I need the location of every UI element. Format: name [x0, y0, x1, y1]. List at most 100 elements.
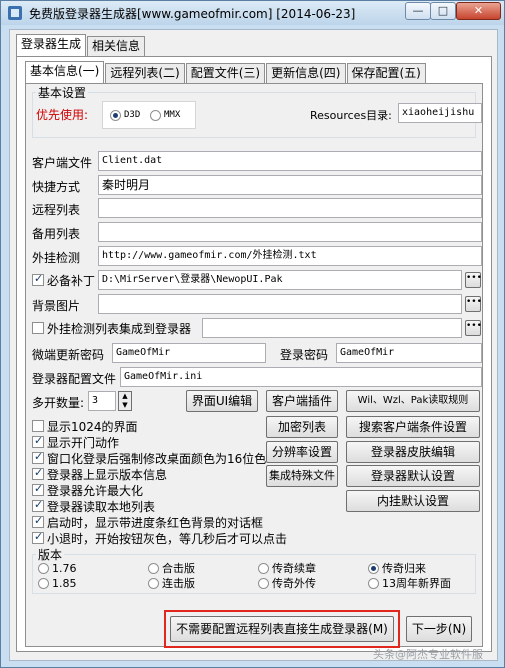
radio-mmx-label: MMX — [164, 110, 181, 120]
tab-generator[interactable]: 登录器生成 — [16, 34, 87, 56]
tab-related-info[interactable]: 相关信息 — [87, 36, 146, 56]
micro-pw-input[interactable]: GameOfMir — [112, 343, 266, 363]
option-door-label: 显示开门动作 — [47, 435, 120, 450]
radio-d3d[interactable]: D3D — [110, 108, 140, 122]
tab-remote-list[interactable]: 远程列表(二) — [105, 63, 185, 83]
radio-185-label: 1.85 — [52, 576, 77, 590]
maximize-button[interactable]: □ — [430, 2, 456, 20]
radio-guilai[interactable]: 传奇归来 — [368, 561, 426, 575]
client-plugin-button[interactable]: 客户端插件 — [266, 390, 338, 412]
title-bar[interactable]: 免费版登录器生成器[www.gameofmir.com] [2014-06-23… — [1, 1, 504, 25]
patch-checkbox[interactable]: 必备补丁 — [32, 272, 95, 288]
bg-browse-button[interactable]: ••• — [465, 296, 482, 312]
remote-list-label: 远程列表 — [32, 203, 81, 217]
radio-13th[interactable]: 13周年新界面 — [368, 576, 451, 590]
radio-13th-dot — [368, 577, 379, 589]
resources-label: Resources目录: — [310, 109, 392, 122]
ui-edit-button[interactable]: 界面UI编辑 — [186, 390, 258, 412]
radio-heji[interactable]: 合击版 — [148, 561, 195, 575]
bg-label: 背景图片 — [32, 299, 81, 313]
login-default-button[interactable]: 登录器默认设置 — [346, 465, 480, 487]
option-progress-dialog-box — [32, 514, 44, 528]
tab-update-info[interactable]: 更新信息(四) — [266, 63, 346, 83]
plugin-check-label: 外挂检测 — [32, 251, 81, 265]
integrate-special-button[interactable]: 集成特殊文件 — [266, 465, 338, 487]
option-maximize[interactable]: 登录器允许最大化 — [32, 482, 143, 498]
inner-tab-bar: 基本信息(一) 远程列表(二) 配置文件(三) 更新信息(四) 保存配置(五) — [25, 61, 427, 83]
multi-open-label: 多开数量: — [32, 396, 85, 410]
skin-edit-button[interactable]: 登录器皮肤编辑 — [346, 441, 480, 463]
backup-list-label: 备用列表 — [32, 227, 81, 241]
radio-heji-dot — [148, 562, 159, 574]
multi-open-spinner[interactable]: ▲ ▼ — [118, 391, 132, 411]
main-window: 免费版登录器生成器[www.gameofmir.com] [2014-06-23… — [0, 0, 505, 668]
tab-save-config[interactable]: 保存配置(五) — [346, 63, 426, 83]
option-16bit[interactable]: 窗口化登录后强制修改桌面颜色为16位色 — [32, 450, 266, 466]
search-client-button[interactable]: 搜索客户端条件设置 — [346, 416, 480, 438]
client-file-label: 客户端文件 — [32, 156, 93, 170]
tab-basic-info[interactable]: 基本信息(一) — [25, 61, 105, 83]
option-door[interactable]: 显示开门动作 — [32, 434, 119, 450]
client-file-input[interactable]: Client.dat — [98, 151, 482, 171]
shortcut-input[interactable]: 秦时明月 — [98, 175, 482, 195]
option-maximize-label: 登录器允许最大化 — [47, 483, 144, 498]
option-1024[interactable]: 显示1024的界面 — [32, 418, 138, 434]
minimize-button[interactable]: — — [405, 2, 431, 20]
integrate-checkbox[interactable]: 外挂检测列表集成到登录器 — [32, 320, 191, 336]
integrate-input[interactable] — [202, 318, 462, 338]
generate-direct-button[interactable]: 不需要配置远程列表直接生成登录器(M) — [170, 616, 394, 642]
plugin-check-input[interactable]: http://www.gameofmir.com/外挂检测.txt — [98, 246, 482, 266]
option-local-list[interactable]: 登录器读取本地列表 — [32, 498, 155, 514]
option-version-info[interactable]: 登录器上显示版本信息 — [32, 466, 167, 482]
inner-default-button[interactable]: 内挂默认设置 — [346, 490, 480, 512]
outer-tab-panel: 基本信息(一) 远程列表(二) 配置文件(三) 更新信息(四) 保存配置(五) … — [16, 56, 492, 652]
radio-xuzhang[interactable]: 传奇续章 — [258, 561, 316, 575]
radio-185[interactable]: 1.85 — [38, 576, 77, 590]
bg-input[interactable] — [98, 294, 462, 314]
client-area: 登录器生成 相关信息 基本信息(一) 远程列表(二) 配置文件(三) 更新信息(… — [9, 29, 498, 661]
option-16bit-box — [32, 450, 44, 464]
option-local-list-box — [32, 498, 44, 512]
basic-info-panel: 基本设置 优先使用: D3D MMX Resources目录: xiaoheij… — [25, 83, 483, 648]
encrypt-list-button[interactable]: 加密列表 — [266, 416, 338, 438]
basic-settings-title: 基本设置 — [36, 84, 89, 101]
radio-guilai-dot — [368, 562, 379, 574]
radio-heji-label: 合击版 — [162, 562, 195, 575]
app-icon — [8, 6, 22, 20]
multi-open-input[interactable]: 3 — [88, 391, 116, 411]
radio-mmx-dot — [150, 109, 161, 121]
priority-label: 优先使用: — [36, 108, 89, 122]
integrate-check-box — [32, 322, 44, 334]
option-maximize-box — [32, 482, 44, 496]
radio-lianji-label: 连击版 — [162, 577, 195, 590]
patch-input[interactable]: D:\MirServer\登录器\NewopUI.Pak — [98, 270, 462, 290]
radio-176-dot — [38, 562, 49, 574]
remote-list-input[interactable] — [98, 198, 482, 218]
login-pw-label: 登录密码 — [280, 348, 329, 362]
wil-rule-button[interactable]: Wil、Wzl、Pak读取规则 — [346, 390, 480, 412]
option-progress-dialog[interactable]: 启动时，显示带进度条红色背景的对话框 — [32, 514, 263, 530]
option-1024-label: 显示1024的界面 — [47, 419, 138, 434]
next-button[interactable]: 下一步(N) — [406, 616, 472, 642]
option-gray-start[interactable]: 小退时，开始按钮灰色，等几秒后才可以点击 — [32, 530, 287, 546]
radio-waizhuan[interactable]: 传奇外传 — [258, 576, 316, 590]
integrate-browse-button[interactable]: ••• — [465, 320, 482, 336]
config-file-label: 登录器配置文件 — [32, 372, 117, 386]
resolution-button[interactable]: 分辨率设置 — [266, 441, 338, 463]
backup-list-input[interactable] — [98, 222, 482, 242]
option-progress-dialog-label: 启动时，显示带进度条红色背景的对话框 — [47, 515, 264, 530]
config-file-input[interactable]: GameOfMir.ini — [120, 367, 482, 387]
tab-config-file[interactable]: 配置文件(三) — [185, 63, 266, 83]
radio-xuzhang-label: 传奇续章 — [272, 562, 316, 575]
shortcut-label: 快捷方式 — [32, 180, 81, 194]
radio-mmx[interactable]: MMX — [150, 108, 180, 122]
close-button[interactable]: ✕ — [456, 2, 501, 20]
resources-input[interactable]: xiaoheijishu — [398, 103, 482, 123]
watermark: 头条@阿杰专业软件服 — [373, 648, 483, 661]
radio-lianji[interactable]: 连击版 — [148, 576, 195, 590]
login-pw-input[interactable]: GameOfMir — [336, 343, 482, 363]
patch-browse-button[interactable]: ••• — [465, 272, 482, 288]
radio-176[interactable]: 1.76 — [38, 561, 77, 575]
radio-waizhuan-label: 传奇外传 — [272, 577, 316, 590]
option-16bit-label: 窗口化登录后强制修改桌面颜色为16位色 — [47, 451, 267, 466]
